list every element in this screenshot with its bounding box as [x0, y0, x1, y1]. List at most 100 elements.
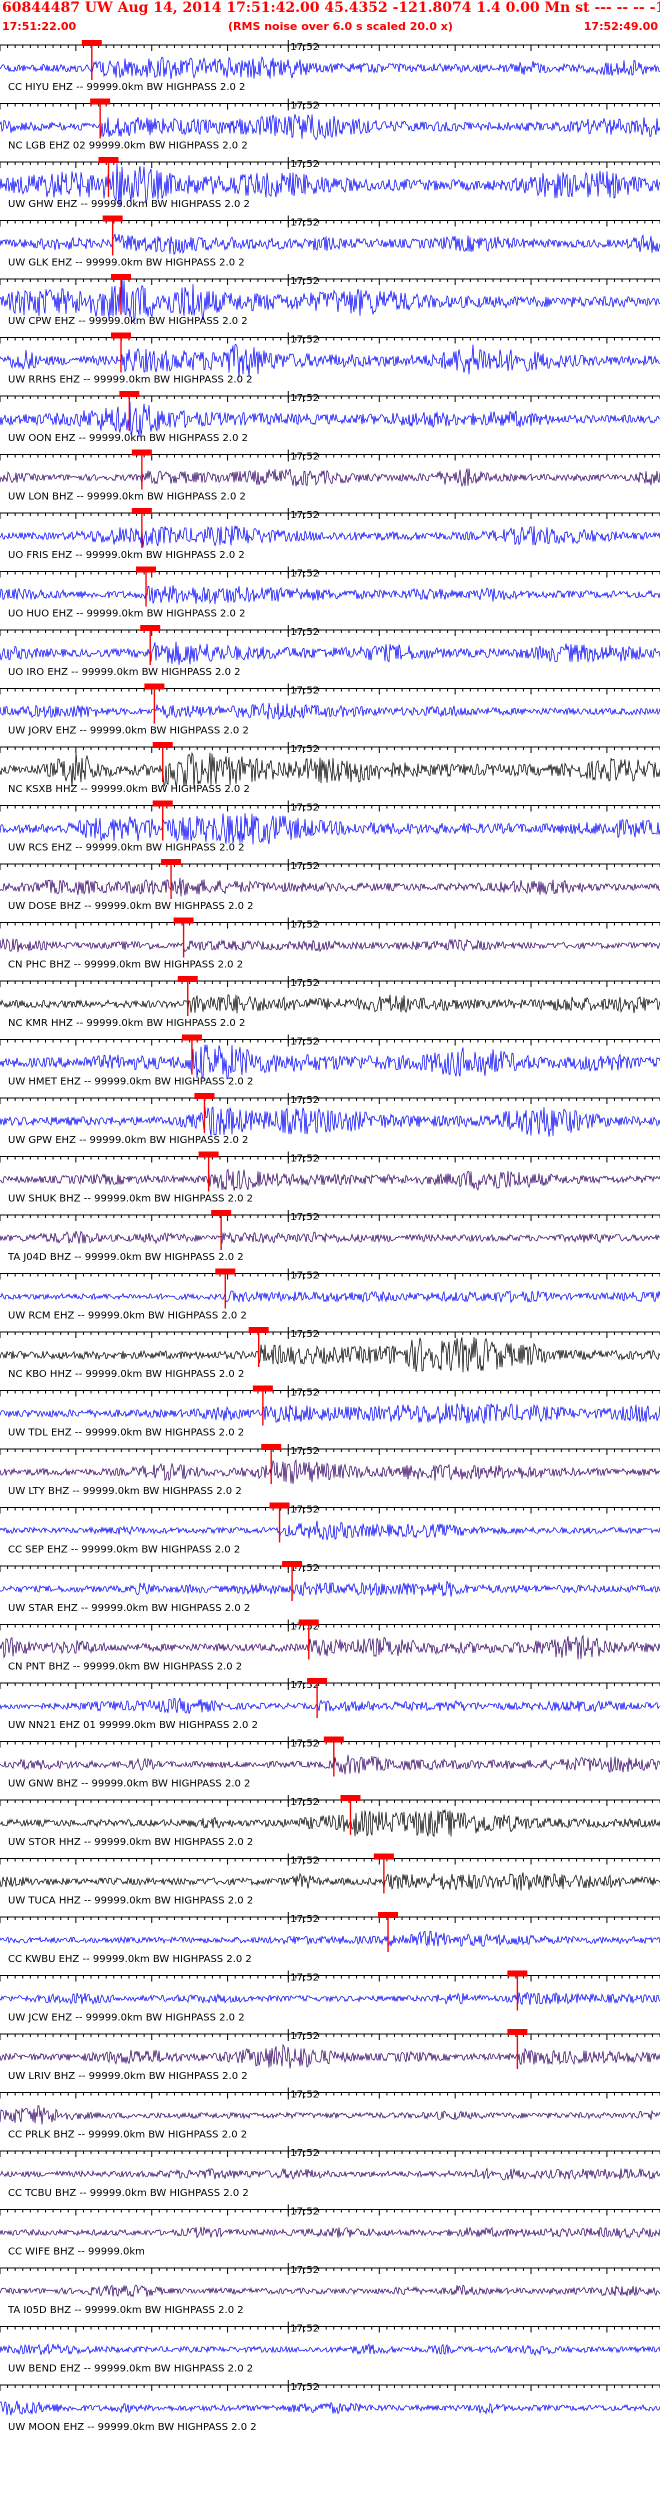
pick-marker — [282, 1561, 303, 1567]
minute-mark-label: 17:52 — [290, 218, 319, 229]
minute-mark-label: 17:52 — [290, 2324, 319, 2335]
pick-marker — [298, 1619, 319, 1626]
pick-marker — [507, 1970, 528, 1977]
waveform — [0, 877, 660, 897]
minute-mark-label: 17:52 — [290, 335, 319, 346]
channel-label: UW RCM EHZ -- 99999.0km BW HIGHPASS 2.0 … — [8, 1311, 247, 1322]
pick-marker — [269, 1502, 290, 1509]
pick-marker — [90, 98, 111, 105]
channel-label: UW RCS EHZ -- 99999.0km BW HIGHPASS 2.0 … — [8, 843, 245, 854]
minute-mark-label: 17:52 — [290, 276, 319, 287]
channel-label: CC PRLK BHZ -- 99999.0km BW HIGHPASS 2.0… — [8, 2130, 247, 2141]
pick-marker — [98, 157, 119, 163]
channel-label: UW GNW BHZ -- 99999.0km BW HIGHPASS 2.0 … — [8, 1779, 250, 1790]
channel-label: UW MOON EHZ -- 99999.0km BW HIGHPASS 2.0… — [8, 2422, 257, 2433]
channel-label: CC WIFE BHZ -- 99999.0km — [8, 2247, 145, 2258]
minute-mark-label: 17:52 — [290, 1154, 319, 1165]
pick-marker — [340, 1795, 361, 1801]
channel-label: UW LON BHZ -- 99999.0km BW HIGHPASS 2.0 … — [8, 492, 246, 503]
waveform — [0, 1168, 660, 1191]
waveform — [0, 233, 660, 256]
pick-marker — [211, 1210, 232, 1216]
channel-label: NC KSXB HHZ -- 99999.0km BW HIGHPASS 2.0… — [8, 784, 250, 795]
pick-marker — [140, 625, 161, 631]
minute-mark-label: 17:52 — [290, 1797, 319, 1808]
waveform — [0, 1697, 660, 1714]
pick-marker — [215, 1268, 236, 1275]
channel-label: NC LGB EHZ 02 99999.0km BW HIGHPASS 2.0 … — [8, 141, 248, 152]
minute-mark-label: 17:52 — [290, 920, 319, 931]
waveform — [0, 2226, 660, 2239]
waveform — [0, 1930, 660, 1947]
pick-marker — [111, 332, 131, 339]
waveform — [0, 1580, 660, 1597]
channel-label: UW RRHS EHZ -- 99999.0km BW HIGHPASS 2.0… — [8, 375, 253, 386]
pick-marker — [111, 274, 131, 280]
waveform — [0, 938, 660, 953]
pick-marker — [373, 1853, 394, 1860]
channel-label: UW TUCA HHZ -- 99999.0km BW HIGHPASS 2.0… — [8, 1896, 253, 1907]
channel-label: UW STOR HHZ -- 99999.0km BW HIGHPASS 2.0… — [8, 1837, 253, 1848]
waveform — [0, 344, 660, 378]
waveform — [0, 1337, 660, 1373]
channel-label: UW TDL EHZ -- 99999.0km BW HIGHPASS 2.0 … — [8, 1428, 244, 1439]
pick-marker — [152, 742, 173, 748]
pick-marker — [261, 1444, 282, 1450]
pick-marker — [307, 1678, 328, 1684]
waveform — [0, 525, 660, 548]
pick-marker — [161, 859, 182, 865]
pick-marker — [173, 917, 194, 924]
minute-mark-label: 17:52 — [290, 978, 319, 989]
waveform — [0, 585, 660, 605]
channel-label: UW SHUK BHZ -- 99999.0km BW HIGHPASS 2.0… — [8, 1194, 253, 1205]
channel-label: UW BEND EHZ -- 99999.0km BW HIGHPASS 2.0… — [8, 2364, 253, 2375]
channel-label: UW JORV EHZ -- 99999.0km BW HIGHPASS 2.0… — [8, 726, 249, 737]
pick-marker — [81, 40, 102, 46]
channel-label: CN PHC BHZ -- 99999.0km BW HIGHPASS 2.0 … — [8, 960, 243, 971]
waveform — [0, 1754, 660, 1775]
channel-label: NC KMR HHZ -- 99999.0km BW HIGHPASS 2.0 … — [8, 1018, 245, 1029]
minute-mark-label: 17:52 — [290, 1329, 319, 1340]
waveform — [0, 2284, 660, 2298]
pick-marker — [198, 1151, 219, 1158]
channel-label: UW JCW EHZ -- 99999.0km BW HIGHPASS 2.0 … — [8, 2013, 245, 2024]
channel-label: CN PNT BHZ -- 99999.0km BW HIGHPASS 2.0 … — [8, 1662, 242, 1673]
channel-label: UO HUO EHZ -- 99999.0km BW HIGHPASS 2.0 … — [8, 609, 245, 620]
channel-label: TA J04D BHZ -- 99999.0km BW HIGHPASS 2.0… — [7, 1252, 244, 1263]
pick-marker — [119, 391, 140, 397]
waveform — [0, 2043, 660, 2069]
waveform — [0, 2105, 660, 2125]
minute-mark-label: 17:52 — [290, 159, 319, 170]
channel-label: UW CPW EHZ -- 99999.0km BW HIGHPASS 2.0 … — [8, 316, 248, 327]
channel-label: UW STAR EHZ -- 99999.0km BW HIGHPASS 2.0… — [8, 1603, 250, 1614]
channel-label: TA I05D BHZ -- 99999.0km BW HIGHPASS 2.0… — [7, 2305, 244, 2316]
minute-mark-label: 17:52 — [290, 1388, 319, 1399]
channel-label: UW NN21 EHZ 01 99999.0km BW HIGHPASS 2.0… — [8, 1720, 258, 1731]
waveform — [0, 2167, 660, 2181]
waveform — [0, 2343, 660, 2357]
minute-mark-label: 17:52 — [290, 627, 319, 638]
pick-marker — [194, 1093, 215, 1099]
minute-mark-label: 17:52 — [290, 1446, 319, 1457]
channel-label: UW GLK EHZ -- 99999.0km BW HIGHPASS 2.0 … — [8, 258, 245, 269]
minute-mark-label: 17:52 — [290, 393, 319, 404]
waveform — [0, 1230, 660, 1245]
channel-label: UW OON EHZ -- 99999.0km BW HIGHPASS 2.0 … — [8, 433, 248, 444]
channel-label: CC HIYU EHZ -- 99999.0km BW HIGHPASS 2.0… — [8, 82, 245, 93]
waveform — [0, 1520, 660, 1541]
minute-mark-label: 17:52 — [290, 1739, 319, 1750]
waveform — [0, 1872, 660, 1891]
minute-mark-label: 17:52 — [290, 803, 319, 814]
minute-mark-label: 17:52 — [290, 452, 319, 463]
pick-marker — [152, 800, 173, 807]
waveform — [0, 276, 660, 322]
waveform — [0, 1106, 660, 1137]
pick-marker — [323, 1736, 344, 1743]
seismogram-chart: 17:52 CC HIYU EHZ -- 99999.0km BW HIGHPAS… — [0, 40, 660, 2433]
minute-mark-label: 17:52 — [290, 569, 319, 580]
minute-mark-label: 17:52 — [290, 42, 319, 53]
channel-label: CC SEP EHZ -- 99999.0km BW HIGHPASS 2.0 … — [8, 1545, 240, 1556]
waveform — [0, 1290, 660, 1304]
minute-mark-label: 17:52 — [290, 2090, 319, 2101]
pick-marker — [181, 1034, 202, 1041]
